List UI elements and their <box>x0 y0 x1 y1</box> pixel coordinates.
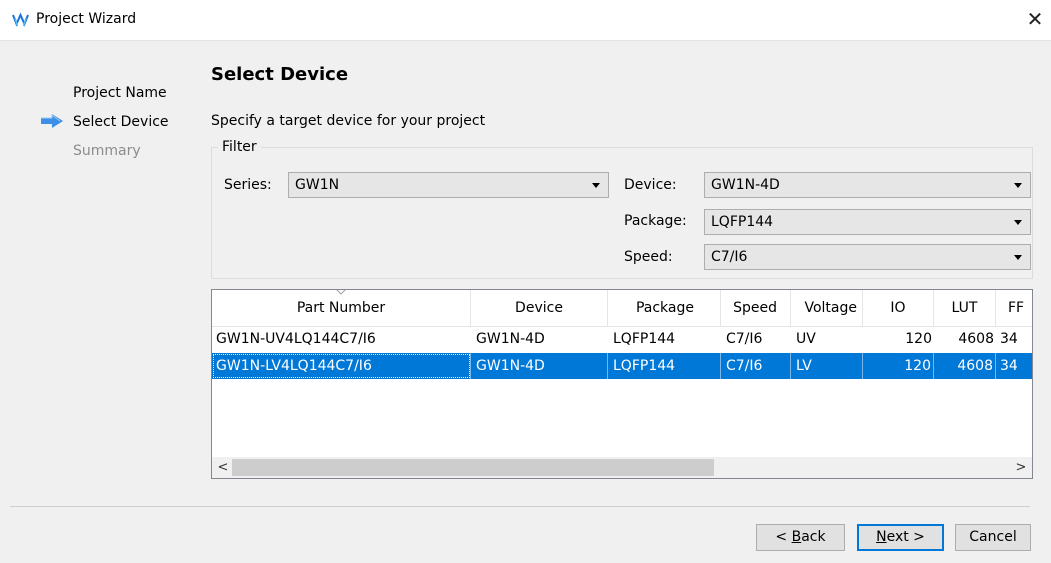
device-value: GW1N-4D <box>711 177 780 193</box>
chevron-down-icon <box>592 183 600 188</box>
cell-speed: C7/I6 <box>721 353 791 379</box>
speed-label: Speed: <box>624 249 673 265</box>
series-select[interactable]: GW1N <box>288 172 609 198</box>
table-row[interactable]: GW1N-UV4LQ144C7/I6 GW1N-4D LQFP144 C7/I6… <box>212 326 1032 352</box>
cell-io: 120 <box>905 331 932 347</box>
footer-separator <box>10 506 1030 507</box>
device-table[interactable]: Part Number Device Package Speed Voltage… <box>211 289 1033 479</box>
step-summary: Summary <box>73 143 141 159</box>
device-select[interactable]: GW1N-4D <box>704 172 1031 198</box>
speed-value: C7/I6 <box>711 249 748 265</box>
cell-ff: 34 <box>1000 358 1018 374</box>
horizontal-scrollbar[interactable]: < > <box>212 457 1032 478</box>
cell-device: GW1N-4D <box>471 353 608 379</box>
chevron-down-icon <box>1014 183 1022 188</box>
cell-ff: 34 <box>1000 331 1018 347</box>
cancel-button[interactable]: Cancel <box>955 524 1031 551</box>
column-header-ff[interactable]: FF <box>996 290 1032 326</box>
column-header-speed[interactable]: Speed <box>721 290 791 326</box>
package-select[interactable]: LQFP144 <box>704 209 1031 235</box>
page-title: Select Device <box>211 64 349 85</box>
cell-lut: 4608 <box>934 353 996 379</box>
cell-package: LQFP144 <box>608 353 721 379</box>
chevron-down-icon <box>1014 220 1022 225</box>
table-row-selected[interactable]: GW1N-LV4LQ144C7/I6 GW1N-4D LQFP144 C7/I6… <box>212 353 1032 379</box>
package-label: Package: <box>624 213 687 229</box>
arrow-right-icon <box>41 114 63 128</box>
cell-voltage: LV <box>791 353 863 379</box>
series-label: Series: <box>224 177 272 193</box>
cell-io: 120 <box>863 353 934 379</box>
column-header-part-number[interactable]: Part Number <box>212 290 471 326</box>
column-header-lut[interactable]: LUT <box>934 290 996 326</box>
scrollbar-thumb[interactable] <box>232 459 714 476</box>
package-value: LQFP144 <box>711 214 774 230</box>
cell-part-number: GW1N-UV4LQ144C7/I6 <box>216 331 376 347</box>
column-header-voltage[interactable]: Voltage <box>791 290 863 326</box>
device-label: Device: <box>624 177 677 193</box>
speed-select[interactable]: C7/I6 <box>704 244 1031 270</box>
series-value: GW1N <box>295 177 340 193</box>
scroll-left-icon[interactable]: < <box>214 457 232 478</box>
sort-ascending-icon <box>336 290 346 295</box>
step-project-name: Project Name <box>73 85 167 101</box>
close-button[interactable]: ✕ <box>1023 6 1047 32</box>
title-bar: Project Wizard ✕ <box>0 0 1051 41</box>
gowin-logo-icon <box>12 12 29 27</box>
back-button[interactable]: < Back <box>756 524 845 551</box>
cell-device: GW1N-4D <box>476 331 545 347</box>
cell-package: LQFP144 <box>613 331 676 347</box>
cell-part-number: GW1N-LV4LQ144C7/I6 <box>212 353 471 379</box>
chevron-down-icon <box>1014 255 1022 260</box>
cell-voltage: UV <box>796 331 816 347</box>
column-header-io[interactable]: IO <box>863 290 934 326</box>
column-header-device[interactable]: Device <box>471 290 608 326</box>
window-title: Project Wizard <box>36 11 137 27</box>
cell-speed: C7/I6 <box>726 331 763 347</box>
scroll-right-icon[interactable]: > <box>1012 457 1030 478</box>
table-header: Part Number Device Package Speed Voltage… <box>212 290 1032 327</box>
step-select-device: Select Device <box>73 114 169 130</box>
column-header-package[interactable]: Package <box>608 290 721 326</box>
page-description: Specify a target device for your project <box>211 113 486 129</box>
close-icon: ✕ <box>1026 7 1044 31</box>
filter-legend: Filter <box>218 139 261 155</box>
next-button[interactable]: Next > <box>857 524 944 551</box>
cell-lut: 4608 <box>958 331 994 347</box>
